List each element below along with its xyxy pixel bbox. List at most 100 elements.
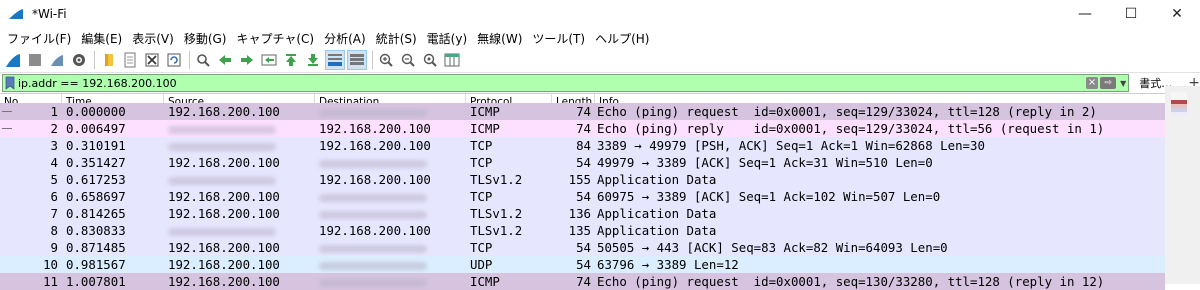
close-file-icon: [145, 53, 159, 67]
bookmark-icon[interactable]: [5, 76, 15, 90]
table-row[interactable]: 6 0.658697 192.168.200.100 TCP 54 60975 …: [0, 188, 1165, 205]
gear-icon: [73, 54, 85, 66]
goto-packet-icon: [261, 54, 277, 66]
reload-file-button[interactable]: [165, 51, 183, 69]
cell-source: 192.168.200.100: [168, 189, 280, 204]
cell-time: 0.814265: [66, 206, 126, 221]
menu-analyze[interactable]: 分析(A): [319, 30, 371, 47]
capture-options-button[interactable]: [70, 51, 88, 69]
cell-protocol: ICMP: [470, 274, 500, 289]
arrow-left-icon: [219, 55, 231, 65]
resize-columns-icon: [444, 53, 460, 67]
table-row[interactable]: 3 0.310191 192.168.200.100 TCP 84 3389 →…: [0, 137, 1165, 154]
table-row[interactable]: 8 0.830833 192.168.200.100 TLSv1.2 135 A…: [0, 222, 1165, 239]
auto-scroll-button[interactable]: [325, 50, 345, 70]
menu-capture[interactable]: キャプチャ(C): [231, 30, 319, 47]
cell-length: 54: [576, 257, 591, 272]
cell-info: 3389 → 49979 [PSH, ACK] Seq=1 Ack=1 Win=…: [597, 138, 985, 153]
table-row[interactable]: 1 0.000000 192.168.200.100 ICMP 74 Echo …: [0, 103, 1165, 120]
go-to-packet-button[interactable]: [260, 51, 278, 69]
cell-source-redacted: [164, 137, 315, 154]
packet-minimap[interactable]: [1171, 92, 1187, 284]
cell-time: 0.006497: [66, 121, 126, 136]
cell-time: 0.830833: [66, 223, 126, 238]
cell-source: 192.168.200.100: [168, 257, 280, 272]
resize-columns-button[interactable]: [443, 51, 461, 69]
table-row[interactable]: 11 1.007801 192.168.200.100 ICMP 74 Echo…: [0, 273, 1165, 290]
close-button[interactable]: ✕: [1154, 0, 1200, 28]
cell-info: Echo (ping) request id=0x0001, seq=130/3…: [597, 274, 1105, 289]
cell-length: 74: [576, 104, 591, 119]
cell-no: 5: [50, 172, 58, 187]
go-first-packet-button[interactable]: [282, 51, 300, 69]
window-title: *Wi-Fi: [32, 7, 67, 21]
restart-capture-button[interactable]: [48, 51, 66, 69]
zoom-reset-button[interactable]: [421, 51, 439, 69]
start-capture-button[interactable]: [4, 51, 22, 69]
table-row[interactable]: 9 0.871485 192.168.200.100 TCP 54 50505 …: [0, 239, 1165, 256]
table-row[interactable]: 7 0.814265 192.168.200.100 TLSv1.2 136 A…: [0, 205, 1165, 222]
cell-time: 0.351427: [66, 155, 126, 170]
maximize-button[interactable]: ☐: [1108, 0, 1154, 28]
shark-fin-icon: [6, 54, 20, 67]
apply-filter-arrow-icon[interactable]: ⇨: [1100, 77, 1117, 89]
toolbar-separator: [189, 51, 190, 69]
cell-no: 10: [43, 257, 58, 272]
menu-wireless[interactable]: 無線(W): [472, 30, 527, 47]
menu-telephony[interactable]: 電話(y): [422, 30, 472, 47]
zoom-out-button[interactable]: [399, 51, 417, 69]
close-file-button[interactable]: [143, 51, 161, 69]
open-file-button[interactable]: [99, 51, 117, 69]
display-filter-input[interactable]: [18, 76, 1078, 90]
cell-destination: 192.168.200.100: [319, 172, 431, 187]
table-row[interactable]: 2 0.006497 192.168.200.100 ICMP 74 Echo …: [0, 120, 1165, 137]
menu-statistics[interactable]: 統計(S): [371, 30, 422, 47]
table-row[interactable]: 4 0.351427 192.168.200.100 TCP 54 49979 …: [0, 154, 1165, 171]
menu-edit[interactable]: 編集(E): [76, 30, 127, 47]
table-row[interactable]: 5 0.617253 192.168.200.100 TLSv1.2 155 A…: [0, 171, 1165, 188]
cell-info: 50505 → 443 [ACK] Seq=83 Ack=82 Win=6409…: [597, 240, 948, 255]
zoom-in-button[interactable]: [377, 51, 395, 69]
menu-help[interactable]: ヘルプ(H): [590, 30, 654, 47]
menu-file[interactable]: ファイル(F): [2, 30, 76, 47]
cell-protocol: ICMP: [470, 104, 500, 119]
magnifier-icon: [197, 54, 210, 67]
go-forward-button[interactable]: [238, 51, 256, 69]
cell-source: 192.168.200.100: [168, 104, 280, 119]
clear-filter-icon[interactable]: ×: [1086, 77, 1099, 89]
colorize-button[interactable]: [347, 50, 367, 70]
minimize-button[interactable]: —: [1062, 0, 1108, 28]
menu-view[interactable]: 表示(V): [127, 30, 179, 47]
chevron-down-icon[interactable]: ▼: [1120, 79, 1126, 88]
menu-tools[interactable]: ツール(T): [527, 30, 590, 47]
cell-destination-redacted: [315, 103, 466, 120]
cell-no: 2: [50, 121, 58, 136]
cell-source-redacted: [164, 120, 315, 137]
stop-capture-button[interactable]: [26, 51, 44, 69]
table-row[interactable]: 10 0.981567 192.168.200.100 UDP 54 63796…: [0, 256, 1165, 273]
cell-length: 54: [576, 189, 591, 204]
display-filter-field: × ⇨ ▼: [2, 74, 1130, 92]
cell-protocol: TCP: [470, 189, 493, 204]
menu-bar: ファイル(F) 編集(E) 表示(V) 移動(G) キャプチャ(C) 分析(A)…: [0, 28, 1200, 48]
menu-go[interactable]: 移動(G): [179, 30, 232, 47]
cell-no: 11: [43, 274, 58, 289]
go-back-button[interactable]: [216, 51, 234, 69]
cell-destination: 192.168.200.100: [319, 138, 431, 153]
folder-icon: [105, 54, 113, 66]
go-last-packet-button[interactable]: [304, 51, 322, 69]
cell-source: 192.168.200.100: [168, 274, 280, 289]
title-bar: *Wi-Fi — ☐ ✕: [0, 0, 1200, 28]
toolbar-separator: [372, 51, 373, 69]
cell-no: 6: [50, 189, 58, 204]
cell-time: 0.658697: [66, 189, 126, 204]
cell-destination: 192.168.200.100: [319, 121, 431, 136]
cell-protocol: TCP: [470, 240, 493, 255]
save-file-button[interactable]: [121, 51, 139, 69]
arrow-up-icon: [286, 54, 296, 66]
cell-source: 192.168.200.100: [168, 206, 280, 221]
find-packet-button[interactable]: [194, 51, 212, 69]
cell-length: 135: [568, 223, 591, 238]
cell-info: 63796 → 3389 Len=12: [597, 257, 739, 272]
cell-protocol: TCP: [470, 155, 493, 170]
